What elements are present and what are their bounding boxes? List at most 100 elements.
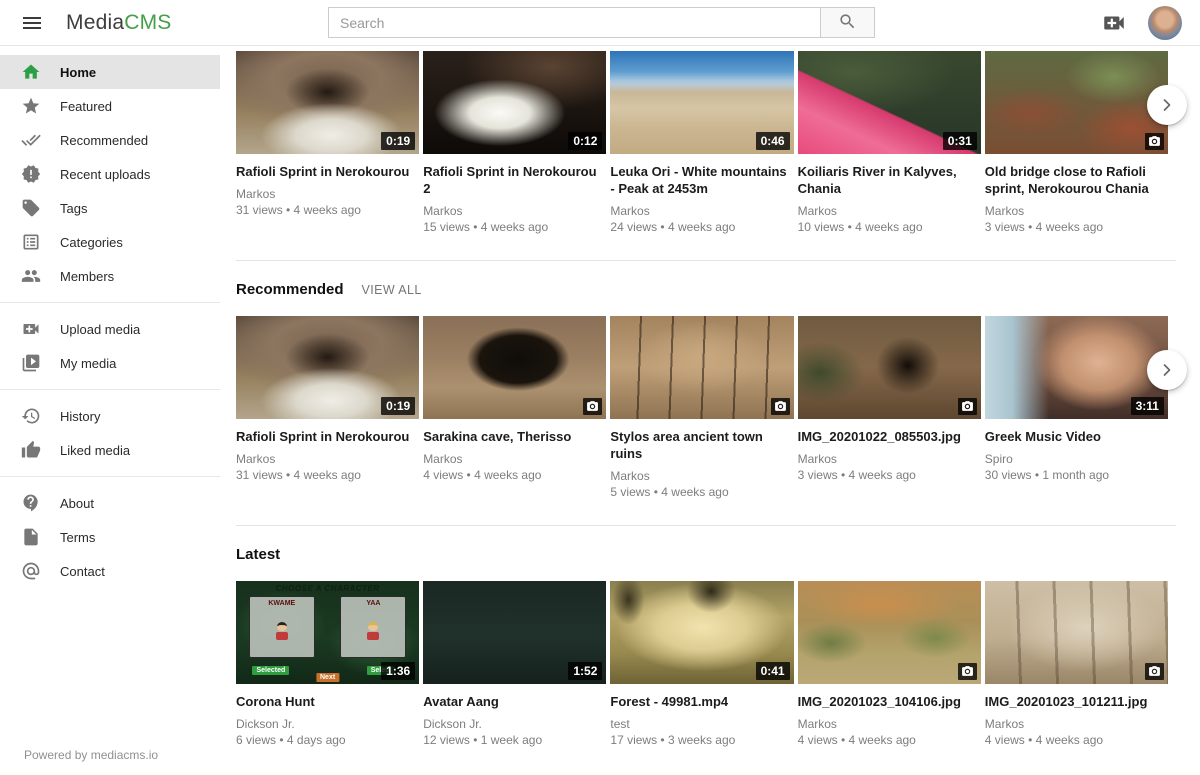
- media-card[interactable]: Stylos area ancient town ruins Markos 5 …: [610, 316, 793, 512]
- media-title[interactable]: Sarakina cave, Therisso: [423, 428, 606, 445]
- hamburger-menu-icon[interactable]: [19, 10, 45, 36]
- media-thumbnail[interactable]: 0:46: [610, 51, 793, 154]
- section-featured: FeaturedVIEW ALL 0:19 Rafioli Sprint in …: [236, 16, 1168, 247]
- media-author[interactable]: Spiro: [985, 452, 1168, 466]
- duration-badge: 0:31: [943, 132, 977, 150]
- media-card[interactable]: IMG_20201023_101211.jpg Markos 4 views •…: [985, 581, 1168, 760]
- media-card[interactable]: Sarakina cave, Therisso Markos 4 views •…: [423, 316, 606, 512]
- media-title[interactable]: Forest - 49981.mp4: [610, 693, 793, 710]
- media-title[interactable]: Rafioli Sprint in Nerokourou 2: [423, 163, 606, 197]
- media-card[interactable]: 0:19 Rafioli Sprint in Nerokourou Markos…: [236, 316, 419, 512]
- sidebar-item-members[interactable]: Members: [0, 259, 220, 293]
- media-meta: 31 views • 4 weeks ago: [236, 203, 419, 217]
- sidebar-item-recent-uploads[interactable]: Recent uploads: [0, 157, 220, 191]
- media-thumbnail[interactable]: 0:41: [610, 581, 793, 684]
- duration-badge: 0:46: [756, 132, 790, 150]
- sidebar-item-tags[interactable]: Tags: [0, 191, 220, 225]
- duration-badge: 1:52: [568, 662, 602, 680]
- sidebar-item-featured[interactable]: Featured: [0, 89, 220, 123]
- search-input[interactable]: [328, 7, 821, 38]
- sidebar-item-history[interactable]: History: [0, 399, 220, 433]
- media-card[interactable]: 3:11 Greek Music Video Spiro 30 views • …: [985, 316, 1168, 512]
- media-author[interactable]: Markos: [985, 717, 1168, 731]
- media-thumbnail[interactable]: [798, 316, 981, 419]
- next-arrow-button[interactable]: [1147, 350, 1187, 390]
- media-card[interactable]: 0:41 Forest - 49981.mp4 test 17 views • …: [610, 581, 793, 760]
- media-title[interactable]: Stylos area ancient town ruins: [610, 428, 793, 462]
- media-author[interactable]: Markos: [610, 204, 793, 218]
- sidebar-item-categories[interactable]: Categories: [0, 225, 220, 259]
- sidebar: Home Featured Recommended Recent uploads…: [0, 46, 220, 775]
- media-title[interactable]: Rafioli Sprint in Nerokourou: [236, 163, 419, 180]
- sidebar-item-home[interactable]: Home: [0, 55, 220, 89]
- media-thumbnail[interactable]: 3:11: [985, 316, 1168, 419]
- media-author[interactable]: test: [610, 717, 793, 731]
- media-author[interactable]: Markos: [236, 187, 419, 201]
- media-thumbnail[interactable]: 0:31: [798, 51, 981, 154]
- media-title[interactable]: Old bridge close to Rafioli sprint, Nero…: [985, 163, 1168, 197]
- media-card[interactable]: IMG_20201022_085503.jpg Markos 3 views •…: [798, 316, 981, 512]
- sidebar-item-label: Upload media: [60, 322, 140, 337]
- media-card[interactable]: 0:46 Leuka Ori - White mountains - Peak …: [610, 51, 793, 247]
- media-author[interactable]: Dickson Jr.: [236, 717, 419, 731]
- media-meta: 4 views • 4 weeks ago: [423, 468, 606, 482]
- media-thumbnail[interactable]: 1:52: [423, 581, 606, 684]
- next-arrow-button[interactable]: [1147, 85, 1187, 125]
- media-thumbnail[interactable]: 0:12: [423, 51, 606, 154]
- media-author[interactable]: Dickson Jr.: [423, 717, 606, 731]
- media-author[interactable]: Markos: [798, 717, 981, 731]
- media-title[interactable]: Avatar Aang: [423, 693, 606, 710]
- media-title[interactable]: Koiliaris River in Kalyves, Chania: [798, 163, 981, 197]
- media-thumbnail[interactable]: [798, 581, 981, 684]
- media-card[interactable]: 0:12 Rafioli Sprint in Nerokourou 2 Mark…: [423, 51, 606, 247]
- media-title[interactable]: Leuka Ori - White mountains - Peak at 24…: [610, 163, 793, 197]
- sidebar-item-contact[interactable]: Contact: [0, 554, 220, 588]
- media-author[interactable]: Markos: [610, 469, 793, 483]
- media-card[interactable]: CHOOSE A CHARACTER KWAME YAA Selected Ne…: [236, 581, 419, 760]
- media-title[interactable]: Rafioli Sprint in Nerokourou: [236, 428, 419, 445]
- media-thumbnail[interactable]: [985, 581, 1168, 684]
- upload-media-icon[interactable]: [1101, 10, 1127, 36]
- media-thumbnail[interactable]: 0:19: [236, 51, 419, 154]
- media-card[interactable]: 1:52 Avatar Aang Dickson Jr. 12 views • …: [423, 581, 606, 760]
- media-meta: 31 views • 4 weeks ago: [236, 468, 419, 482]
- camera-icon: [1145, 663, 1164, 680]
- sidebar-item-liked-media[interactable]: Liked media: [0, 433, 220, 467]
- media-card[interactable]: Old bridge close to Rafioli sprint, Nero…: [985, 51, 1168, 247]
- media-card[interactable]: 0:19 Rafioli Sprint in Nerokourou Markos…: [236, 51, 419, 247]
- view-all-link[interactable]: VIEW ALL: [362, 283, 422, 297]
- camera-icon: [771, 398, 790, 415]
- media-thumbnail[interactable]: [423, 316, 606, 419]
- media-title[interactable]: IMG_20201023_104106.jpg: [798, 693, 981, 710]
- app-logo[interactable]: MediaCMS: [66, 11, 171, 35]
- avatar[interactable]: [1148, 6, 1182, 40]
- media-title[interactable]: IMG_20201023_101211.jpg: [985, 693, 1168, 710]
- sidebar-item-upload-media[interactable]: Upload media: [0, 312, 220, 346]
- top-bar: MediaCMS: [0, 0, 1200, 46]
- sidebar-item-label: Liked media: [60, 443, 130, 458]
- game-selected-button: Selected: [252, 666, 289, 675]
- media-thumbnail[interactable]: 0:19: [236, 316, 419, 419]
- media-author[interactable]: Markos: [798, 452, 981, 466]
- sidebar-item-about[interactable]: About: [0, 486, 220, 520]
- media-author[interactable]: Markos: [985, 204, 1168, 218]
- media-title[interactable]: IMG_20201022_085503.jpg: [798, 428, 981, 445]
- media-author[interactable]: Markos: [423, 452, 606, 466]
- sidebar-item-label: Members: [60, 269, 114, 284]
- media-card[interactable]: IMG_20201023_104106.jpg Markos 4 views •…: [798, 581, 981, 760]
- powered-by-text: Powered by mediacms.io: [24, 748, 158, 762]
- search-button[interactable]: [821, 7, 875, 38]
- sidebar-item-my-media[interactable]: My media: [0, 346, 220, 380]
- media-title[interactable]: Corona Hunt: [236, 693, 419, 710]
- media-author[interactable]: Markos: [423, 204, 606, 218]
- media-title[interactable]: Greek Music Video: [985, 428, 1168, 445]
- sidebar-item-terms[interactable]: Terms: [0, 520, 220, 554]
- media-thumbnail[interactable]: [985, 51, 1168, 154]
- section-recommended: RecommendedVIEW ALL 0:19 Rafioli Sprint …: [236, 281, 1168, 512]
- media-author[interactable]: Markos: [236, 452, 419, 466]
- sidebar-item-recommended[interactable]: Recommended: [0, 123, 220, 157]
- media-author[interactable]: Markos: [798, 204, 981, 218]
- media-thumbnail[interactable]: CHOOSE A CHARACTER KWAME YAA Selected Ne…: [236, 581, 419, 684]
- media-thumbnail[interactable]: [610, 316, 793, 419]
- media-card[interactable]: 0:31 Koiliaris River in Kalyves, Chania …: [798, 51, 981, 247]
